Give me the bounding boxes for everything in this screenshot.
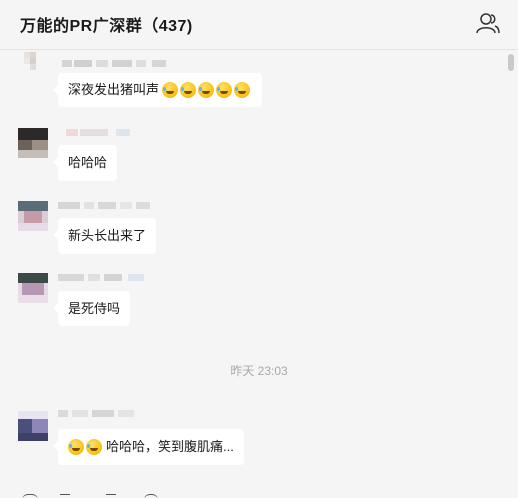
input-toolbar-partial (0, 488, 518, 498)
laughing-tears-emoji-icon (68, 439, 84, 455)
sender-name-blurred (58, 274, 158, 282)
sender-name-blurred (58, 202, 158, 210)
message-bubble[interactable]: 新头长出来了 (52, 218, 157, 254)
message-text: 深夜发出猪叫声 (68, 82, 160, 97)
emoji-group (68, 439, 104, 455)
timestamp-divider: 昨天 23:03 (230, 364, 288, 378)
laughing-tears-emoji-icon (86, 439, 102, 455)
sender-name-blurred (66, 129, 136, 137)
message-bubble[interactable]: 哈哈哈，笑到腹肌痛... (53, 429, 244, 465)
members-icon[interactable] (475, 11, 501, 35)
message-text: 新头长出来了 (68, 228, 147, 243)
chat-history-button-icon[interactable] (144, 494, 158, 498)
laughing-tears-emoji-icon (234, 82, 251, 98)
laughing-tears-emoji-icon (216, 82, 233, 98)
avatar[interactable] (18, 411, 48, 441)
sender-name-blurred (58, 410, 148, 418)
message-text: 哈哈哈 (68, 155, 108, 170)
avatar[interactable] (18, 273, 48, 303)
avatar[interactable] (18, 201, 48, 231)
chat-header: 万能的PR广深群（437) (0, 0, 518, 50)
laughing-tears-emoji-icon (162, 82, 179, 98)
message-bubble[interactable]: 是死侍吗 (52, 291, 131, 326)
file-button-icon[interactable] (60, 494, 70, 498)
sender-name-blurred (62, 60, 192, 68)
scrollbar-thumb[interactable] (508, 54, 514, 71)
message-text: 哈哈哈，笑到腹肌痛... (106, 439, 234, 454)
message-bubble[interactable]: 深夜发出猪叫声 (52, 73, 263, 107)
message-list[interactable]: 深夜发出猪叫声 哈哈哈 新头长出来了 是死侍吗 昨天 23:03 哈哈哈，笑到腹… (0, 50, 518, 498)
avatar[interactable] (18, 50, 48, 76)
chat-title: 万能的PR广深群（437) (20, 18, 193, 35)
message-text: 是死侍吗 (68, 300, 121, 316)
laughing-tears-emoji-icon (198, 82, 215, 98)
emoji-group (162, 82, 252, 98)
avatar[interactable] (18, 128, 48, 158)
laughing-tears-emoji-icon (180, 82, 197, 98)
scissors-button-icon[interactable] (106, 494, 116, 498)
message-bubble[interactable]: 哈哈哈 (52, 145, 118, 181)
emoji-button-icon[interactable] (22, 494, 38, 498)
